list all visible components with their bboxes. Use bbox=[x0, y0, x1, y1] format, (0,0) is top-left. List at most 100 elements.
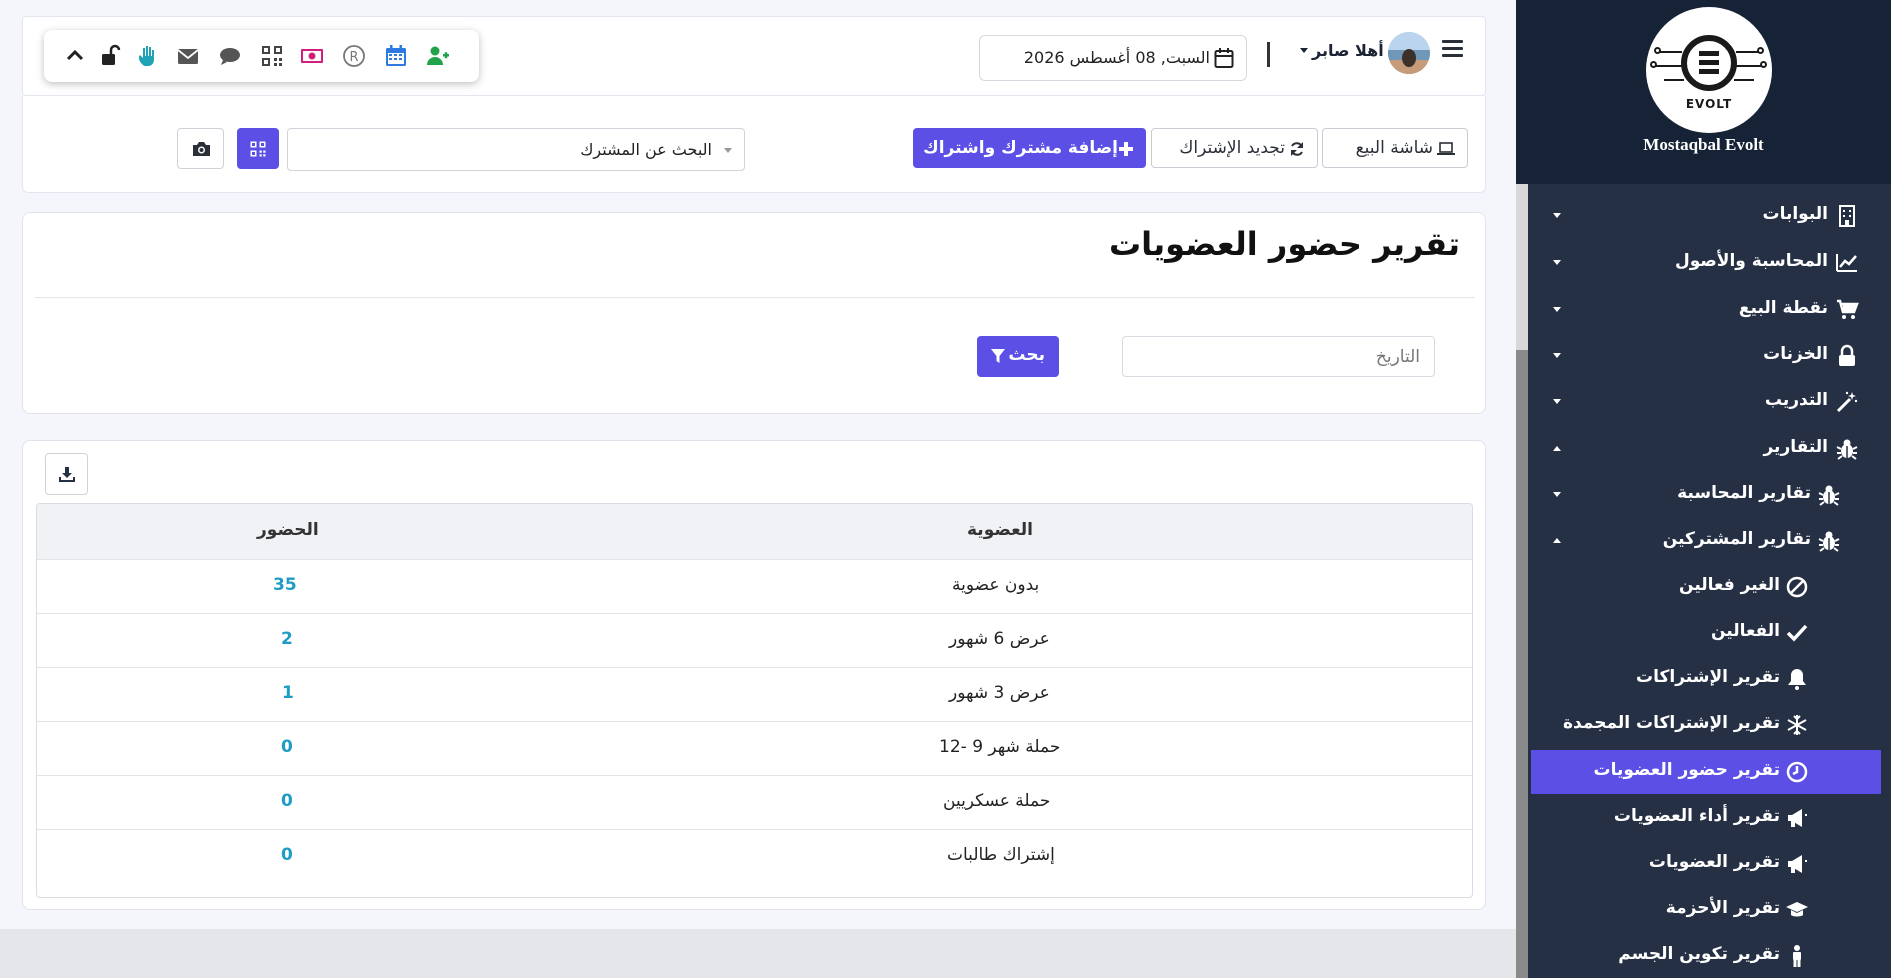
column-header-membership[interactable]: العضوية bbox=[967, 520, 1033, 540]
camera-icon bbox=[193, 142, 210, 156]
bullhorn-icon bbox=[1788, 855, 1807, 873]
report-table-card: العضوية الحضور بدون عضوية 35 عرض 6 شهور … bbox=[22, 440, 1486, 910]
money-bill-icon[interactable] bbox=[300, 44, 324, 68]
sidebar-item-body-composition-report[interactable]: تقرير تكوين الجسم bbox=[1531, 934, 1881, 978]
sidebar-item-accounting[interactable]: المحاسبة والأصول bbox=[1531, 241, 1881, 285]
qrcode-icon bbox=[250, 141, 266, 157]
sidebar-item-label: المحاسبة والأصول bbox=[1674, 251, 1828, 271]
member-search-select[interactable]: البحث عن المشترك bbox=[287, 128, 745, 171]
calendar-icon[interactable] bbox=[384, 44, 408, 68]
sidebar-item-label: الفعالين bbox=[1710, 621, 1780, 641]
table-row: عرض 6 شهور 2 bbox=[37, 613, 1472, 667]
avatar[interactable] bbox=[1388, 32, 1430, 74]
laptop-icon bbox=[1437, 142, 1455, 155]
membership-cell: حملة عسكريين bbox=[943, 791, 1051, 811]
sidebar-item-member-reports[interactable]: تقارير المشتركين bbox=[1531, 519, 1881, 563]
sidebar-item-label: التقارير bbox=[1763, 437, 1828, 457]
divider bbox=[1267, 42, 1270, 67]
attendance-cell[interactable]: 0 bbox=[281, 737, 293, 757]
membership-cell: حملة شهر 9 -12 bbox=[939, 737, 1061, 757]
column-header-attendance[interactable]: الحضور bbox=[257, 520, 319, 540]
sidebar-item-label: تقرير الإشتراكات bbox=[1636, 667, 1780, 687]
hand-icon[interactable] bbox=[136, 44, 160, 68]
sidebar-item-performance-report[interactable]: تقرير أداء العضويات bbox=[1531, 796, 1881, 840]
brand-logo[interactable]: EVOLT bbox=[1646, 7, 1772, 133]
table-header: العضوية الحضور bbox=[37, 504, 1472, 559]
qrcode-icon[interactable] bbox=[260, 44, 284, 68]
bullhorn-icon bbox=[1788, 809, 1807, 827]
filter-icon bbox=[991, 349, 1005, 363]
user-greeting[interactable]: أهلا صابر bbox=[1312, 41, 1384, 60]
membership-cell: عرض 6 شهور bbox=[949, 629, 1050, 649]
sidebar-item-label: البوابات bbox=[1762, 204, 1829, 224]
attendance-table: العضوية الحضور بدون عضوية 35 عرض 6 شهور … bbox=[36, 503, 1473, 898]
table-row: عرض 3 شهور 1 bbox=[37, 667, 1472, 721]
attendance-cell[interactable]: 1 bbox=[282, 683, 294, 703]
attendance-cell[interactable]: 0 bbox=[281, 845, 293, 865]
pos-screen-label: شاشة البيع bbox=[1355, 138, 1433, 158]
sidebar-item-training[interactable]: التدريب bbox=[1531, 380, 1881, 424]
sidebar-item-frozen-report[interactable]: تقرير الإشتراكات المجمدة bbox=[1531, 703, 1881, 747]
sidebar-item-label: الغير فعالين bbox=[1679, 575, 1780, 595]
sidebar-item-label: تقارير المشتركين bbox=[1662, 529, 1811, 549]
chevron-down-icon bbox=[1553, 353, 1561, 358]
brand-name: Mostaqbal Evolt bbox=[1643, 135, 1764, 154]
unlock-icon[interactable] bbox=[99, 44, 123, 68]
sidebar-item-label: تقرير أداء العضويات bbox=[1613, 806, 1780, 826]
attendance-cell[interactable]: 35 bbox=[273, 575, 297, 595]
sidebar-item-accounting-reports[interactable]: تقارير المحاسبة bbox=[1531, 473, 1881, 517]
sidebar-item-reports[interactable]: التقارير bbox=[1531, 427, 1881, 471]
renew-subscription-button[interactable]: تجديد الإشتراك bbox=[1151, 128, 1318, 168]
chevron-up-icon[interactable] bbox=[63, 44, 87, 68]
sidebar-item-safes[interactable]: الخزنات bbox=[1531, 334, 1881, 378]
qr-scan-button[interactable] bbox=[237, 128, 279, 169]
table-row: حملة شهر 9 -12 0 bbox=[37, 721, 1472, 775]
chevron-down-icon bbox=[1553, 399, 1561, 404]
current-date-box: السبت, 08 أغسطس 2026 bbox=[979, 35, 1247, 81]
chevron-up-icon bbox=[1553, 446, 1561, 451]
download-icon bbox=[59, 467, 75, 482]
ban-icon bbox=[1786, 576, 1808, 598]
date-placeholder: التاريخ bbox=[1375, 347, 1420, 367]
sidebar-item-subscriptions-report[interactable]: تقرير الإشتراكات bbox=[1531, 657, 1881, 701]
table-row: بدون عضوية 35 bbox=[37, 559, 1472, 613]
chevron-down-icon bbox=[1553, 307, 1561, 312]
chevron-down-icon bbox=[1553, 492, 1561, 497]
sidebar-item-belts-report[interactable]: تقرير الأحزمة bbox=[1531, 888, 1881, 932]
user-plus-icon[interactable] bbox=[426, 44, 450, 68]
download-button[interactable] bbox=[45, 453, 88, 495]
sidebar-item-label: نقطة البيع bbox=[1738, 298, 1828, 318]
menu-toggle-icon[interactable] bbox=[1442, 40, 1463, 58]
envelope-icon[interactable] bbox=[176, 44, 200, 68]
sidebar-item-attendance-report[interactable]: تقرير حضور العضويات bbox=[1531, 750, 1881, 794]
add-member-button[interactable]: إضافة مشترك واشتراك bbox=[913, 128, 1146, 168]
add-member-label: إضافة مشترك واشتراك bbox=[923, 138, 1118, 158]
camera-button[interactable] bbox=[177, 128, 224, 169]
sidebar-item-label: الخزنات bbox=[1763, 344, 1828, 364]
search-button[interactable]: بحث bbox=[977, 336, 1059, 377]
renew-subscription-label: تجديد الإشتراك bbox=[1179, 138, 1285, 158]
membership-cell: بدون عضوية bbox=[952, 575, 1040, 595]
table-row: حملة عسكريين 0 bbox=[37, 775, 1472, 829]
attendance-cell[interactable]: 2 bbox=[281, 629, 293, 649]
bell-icon bbox=[1788, 669, 1806, 690]
sidebar-item-active[interactable]: الفعالين bbox=[1531, 611, 1881, 655]
sidebar-item-portals[interactable]: البوابات bbox=[1531, 194, 1881, 238]
sidebar-item-inactive[interactable]: الغير فعالين bbox=[1531, 565, 1881, 609]
chevron-up-icon bbox=[1553, 538, 1561, 543]
date-field[interactable]: التاريخ bbox=[1122, 336, 1435, 377]
chevron-down-icon[interactable] bbox=[1300, 48, 1308, 53]
sidebar-item-memberships-report[interactable]: تقرير العضويات bbox=[1531, 842, 1881, 886]
sidebar-item-pos[interactable]: نقطة البيع bbox=[1531, 288, 1881, 332]
sidebar-item-label: تقرير الأحزمة bbox=[1665, 898, 1780, 918]
logo-wordmark: EVOLT bbox=[1685, 97, 1733, 111]
sidebar-header: EVOLT Mostaqbal Evolt bbox=[1516, 0, 1891, 184]
pos-screen-button[interactable]: شاشة البيع bbox=[1322, 128, 1468, 168]
plus-icon bbox=[1119, 142, 1133, 156]
attendance-cell[interactable]: 0 bbox=[281, 791, 293, 811]
sidebar-scrollbar[interactable] bbox=[1516, 350, 1528, 978]
magic-wand-icon bbox=[1836, 391, 1858, 413]
comment-icon[interactable] bbox=[218, 44, 242, 68]
cart-icon bbox=[1837, 299, 1859, 319]
registered-icon[interactable]: R bbox=[342, 44, 366, 68]
